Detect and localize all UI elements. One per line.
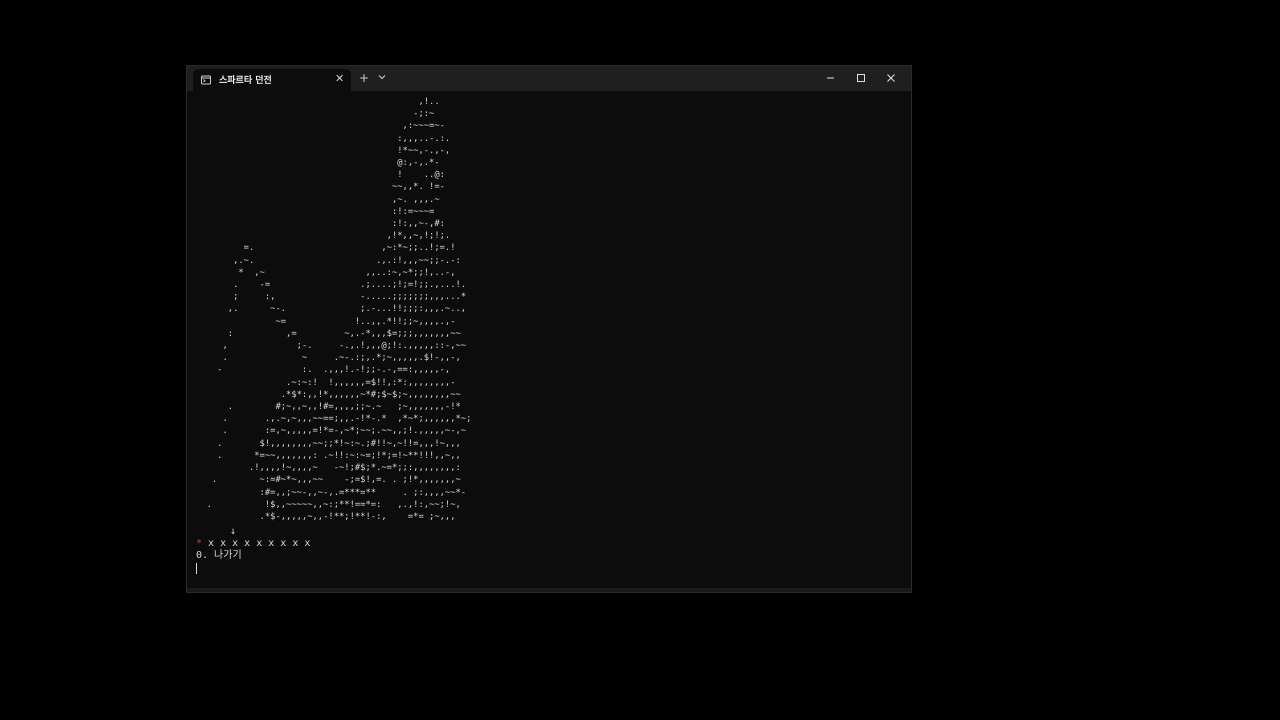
terminal-window: 스파르타 던전 ✕ + ,!.. -;:~ ,:~~~=~-:,,,..-.:… bbox=[186, 65, 912, 593]
ascii-art-dungeon: ,!.. -;:~ ,:~~~=~- :,,,..-.:. !*~~,-.,-, bbox=[206, 97, 472, 522]
maximize-icon[interactable] bbox=[853, 70, 869, 86]
text-cursor bbox=[196, 563, 197, 574]
menu-option-exit: 0. 나가기 bbox=[196, 550, 242, 561]
terminal-icon bbox=[201, 75, 211, 85]
dungeon-track: * x x x x x x x x x bbox=[196, 538, 310, 550]
tab-title: 스파르타 던전 bbox=[219, 76, 272, 86]
chevron-down-icon[interactable] bbox=[377, 72, 387, 82]
window-bottom-edge bbox=[187, 588, 911, 592]
tab-close-icon[interactable]: ✕ bbox=[335, 72, 344, 86]
track-cells: x x x x x x x x x bbox=[202, 538, 311, 549]
new-tab-button[interactable]: + bbox=[359, 71, 369, 85]
position-arrow-icon: ↓ bbox=[230, 526, 237, 537]
title-bar: 스파르타 던전 ✕ + bbox=[187, 66, 911, 91]
terminal-output[interactable]: ,!.. -;:~ ,:~~~=~- :,,,..-.:. !*~~,-.,-, bbox=[196, 96, 906, 588]
minimize-icon[interactable] bbox=[823, 70, 839, 86]
close-icon[interactable] bbox=[883, 70, 899, 86]
tab-sparta-dungeon[interactable]: 스파르타 던전 ✕ bbox=[193, 69, 351, 91]
